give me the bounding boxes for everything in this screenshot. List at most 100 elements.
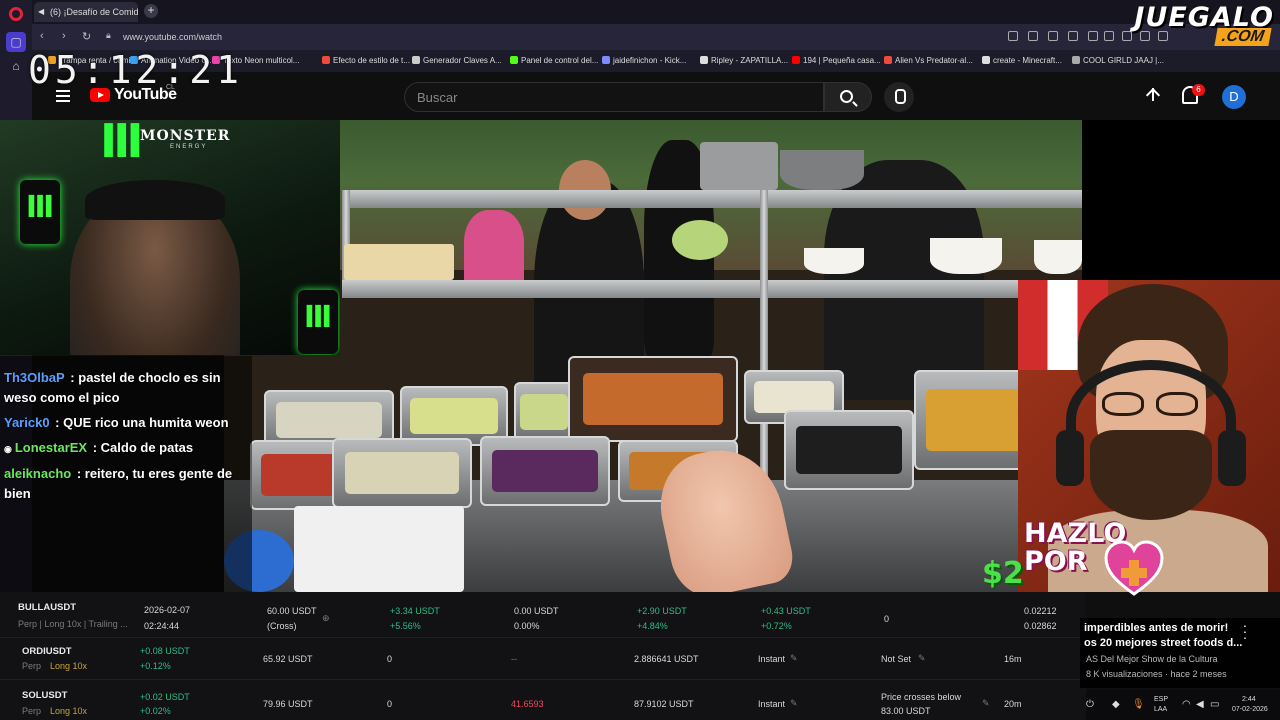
position-leverage: Long 10x	[50, 706, 88, 716]
trading-positions-panel: BULLAUSDT Perp | Long 10x | Trailing ...…	[0, 592, 1086, 720]
video-bowl	[804, 248, 864, 274]
speaker-icon[interactable]: ◀	[38, 7, 44, 16]
stream-clock: 05:12:21	[28, 48, 244, 92]
notification-count-badge: 6	[1192, 84, 1205, 96]
position-unrealized: +0.43 USDT	[761, 606, 811, 616]
video-pot	[780, 150, 864, 190]
microphone-icon[interactable]: 🎙︎	[1132, 699, 1145, 710]
position-pnl: +3.34 USDT	[390, 606, 440, 616]
edit-pencil-icon[interactable]: ✎	[918, 653, 926, 664]
keyboard-layout[interactable]: LAA	[1154, 706, 1167, 713]
juegalo-logo-domain: .COM	[1214, 28, 1272, 46]
headphone-cup	[1056, 430, 1084, 486]
chat-text: QUE rico una humita weon	[63, 415, 229, 430]
video-tray	[514, 382, 574, 442]
forward-icon[interactable]: ›	[62, 30, 66, 42]
shield-icon[interactable]	[1068, 31, 1078, 41]
headphones-icon	[1066, 360, 1236, 480]
position-row[interactable]: ORDIUSDT Perp Long 10x +0.08 USDT +0.12%…	[0, 638, 1086, 680]
opera-logo-icon[interactable]	[9, 7, 23, 21]
video-shelf	[342, 280, 1082, 298]
battery-icon[interactable]: ▭	[1210, 699, 1219, 710]
recommended-video[interactable]: imperdibles antes de morir! os 20 mejore…	[1080, 618, 1280, 688]
video-bowl	[1034, 240, 1082, 274]
extension-icon[interactable]	[1008, 31, 1018, 41]
search-icon	[840, 90, 853, 103]
bookmark-label: Efecto de estilo de t...	[333, 56, 410, 65]
bookmark-item[interactable]: Generador Claves A...	[412, 56, 502, 65]
position-type: Perp	[22, 661, 42, 671]
back-icon[interactable]: ‹	[40, 30, 44, 42]
wifi-icon[interactable]: ◠	[1182, 699, 1191, 710]
video-player[interactable]	[224, 120, 1082, 592]
chat-separator: :	[89, 440, 101, 455]
bookmark-item[interactable]: Alien Vs Predator-al...	[884, 56, 973, 65]
home-icon[interactable]: ⌂	[6, 56, 26, 76]
bookmark-item[interactable]: 194 | Pequeña casa...	[792, 56, 881, 65]
app-icon[interactable]: ◆	[1112, 699, 1120, 710]
add-margin-icon[interactable]: ⊕	[322, 613, 330, 624]
account-avatar[interactable]: D	[1222, 85, 1246, 109]
bookmark-item[interactable]: create - Minecraft...	[982, 56, 1062, 65]
clock-date[interactable]: 07-02-2026	[1232, 706, 1268, 713]
workspace-icon[interactable]: ▢	[6, 32, 26, 52]
url-field[interactable]: www.youtube.com/watch	[123, 32, 222, 42]
position-row[interactable]: BULLAUSDT Perp | Long 10x | Trailing ...…	[0, 592, 1086, 638]
take-profit-value: 83.00 USDT	[881, 706, 931, 716]
position-date: 2026-02-07	[144, 605, 191, 615]
camera-icon[interactable]	[1048, 31, 1058, 41]
bookmark-favicon-icon	[322, 56, 330, 64]
volume-icon[interactable]: ◀	[1196, 699, 1204, 710]
bookmark-item[interactable]: Efecto de estilo de t...	[322, 56, 410, 65]
chat-overlay: Th3OlbaP : pastel de choclo es sin weso …	[0, 356, 252, 592]
position-margin: 79.96 USDT	[263, 699, 313, 709]
tab-youtube[interactable]: ◀ (6) ¡Desafío de Comid	[34, 2, 138, 22]
reload-icon[interactable]: ↻	[82, 30, 91, 43]
heart-icon[interactable]	[1104, 31, 1114, 41]
bookmark-item[interactable]: COOL GIRLD JAAJ |...	[1072, 56, 1164, 65]
edit-pencil-icon[interactable]: ✎	[982, 698, 990, 709]
edit-pencil-icon[interactable]: ✎	[790, 653, 798, 664]
close-type: Instant	[758, 654, 786, 664]
chat-username[interactable]: LonestarEX	[15, 440, 87, 455]
position-row[interactable]: SOLUSDT Perp Long 10x +0.02 USDT +0.02% …	[0, 680, 1086, 720]
take-profit: Not Set	[881, 654, 912, 664]
monster-logo-subtext: ENERGY	[170, 144, 208, 150]
upload-icon[interactable]	[1144, 86, 1162, 106]
search-input[interactable]: Buscar	[404, 82, 824, 112]
position-realized: +2.90 USDT	[637, 606, 687, 616]
monster-energy-logo: Ⅲ MONSTER ENERGY	[100, 118, 229, 178]
edit-pencil-icon[interactable]: ✎	[790, 698, 798, 709]
chat-username[interactable]: aleiknacho	[4, 466, 71, 481]
search-button[interactable]	[824, 82, 872, 112]
keyboard-language[interactable]: ESP	[1154, 696, 1168, 703]
position-symbol[interactable]: ORDIUSDT	[22, 646, 72, 657]
bookmark-item[interactable]: jaidefinichon - Kick...	[602, 56, 686, 65]
video-cabbage	[672, 220, 728, 260]
reco-channel[interactable]: AS Del Mejor Show de la Cultura	[1086, 654, 1218, 664]
bookmark-item[interactable]: Panel de control del...	[510, 56, 598, 65]
position-quantity: 0	[387, 699, 393, 709]
position-pnl-percent: +0.02%	[140, 706, 171, 716]
position-entry-price: 2.886641 USDT	[634, 654, 699, 664]
clock-time[interactable]: 2:44	[1242, 696, 1256, 703]
close-type: Instant	[758, 699, 786, 709]
bookmark-label: Panel de control del...	[521, 56, 599, 65]
chat-text: Caldo de patas	[100, 440, 194, 455]
play-icon[interactable]	[1088, 31, 1098, 41]
chat-username[interactable]: Yarick0	[4, 415, 50, 430]
position-margin: 60.00 USDT	[267, 606, 317, 616]
position-symbol[interactable]: BULLAUSDT	[18, 602, 76, 613]
position-symbol[interactable]: SOLUSDT	[22, 690, 67, 701]
position-entry-price: 87.9102 USDT	[634, 699, 694, 709]
bookmark-item[interactable]: Ripley - ZAPATILLA...	[700, 56, 788, 65]
more-options-icon[interactable]: · · ·	[1240, 618, 1250, 644]
chat-username[interactable]: Th3OlbaP	[4, 370, 65, 385]
power-icon[interactable]: ⏻	[1086, 699, 1094, 710]
new-tab-button[interactable]: +	[144, 4, 158, 18]
position-value: 0.00 USDT	[514, 606, 559, 616]
extension-icon[interactable]	[1028, 31, 1038, 41]
voice-search-button[interactable]	[884, 82, 914, 112]
position-margin: 65.92 USDT	[263, 654, 313, 664]
chat-separator: :	[66, 370, 79, 385]
